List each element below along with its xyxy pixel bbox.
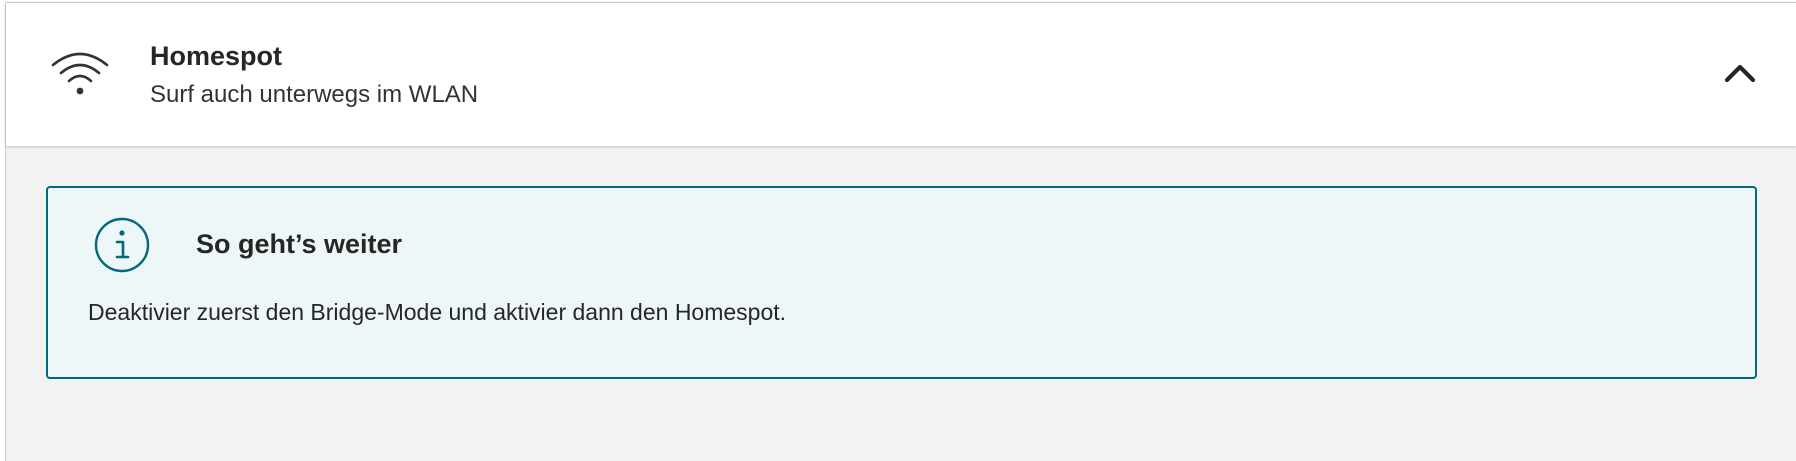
homespot-accordion-header[interactable]: Homespot Surf auch unterwegs im WLAN (6, 3, 1796, 146)
info-icon (93, 216, 151, 274)
chevron-up-icon[interactable] (1722, 61, 1758, 85)
header-text: Homespot Surf auch unterwegs im WLAN (150, 39, 478, 110)
info-notice: So geht’s weiter Deaktivier zuerst den B… (46, 186, 1757, 379)
homespot-panel: Homespot Surf auch unterwegs im WLAN So … (5, 2, 1796, 461)
section-title: Homespot (150, 41, 283, 71)
notice-message: Deaktivier zuerst den Bridge-Mode und ak… (88, 299, 787, 325)
section-subtitle: Surf auch unterwegs im WLAN (150, 81, 479, 108)
notice-title: So geht’s weiter (196, 229, 403, 259)
wifi-icon (49, 49, 111, 99)
